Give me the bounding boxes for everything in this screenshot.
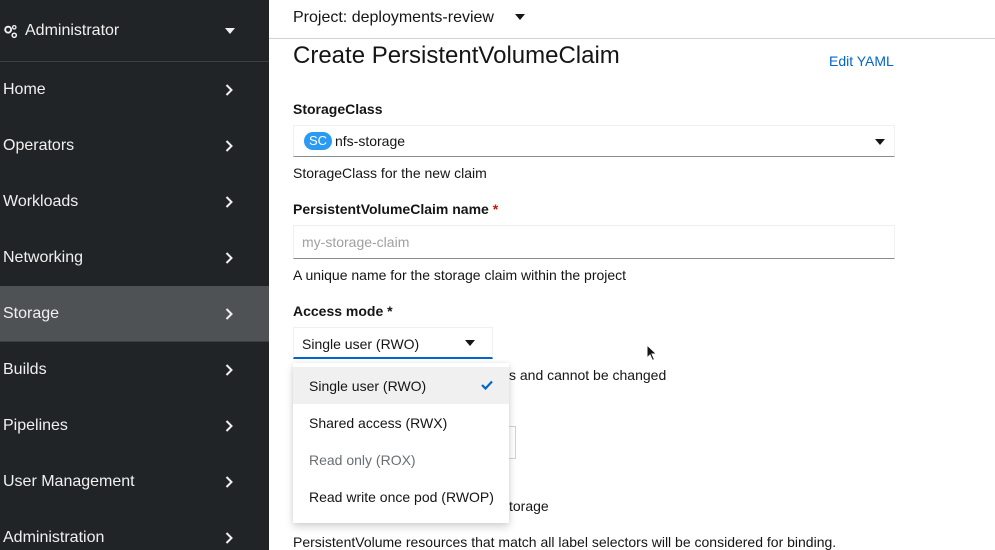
project-bar: Project: deployments-review — [269, 0, 995, 39]
menu-item-rwx[interactable]: Shared access (RWX) — [293, 404, 509, 441]
sidebar-item-pipelines[interactable]: Pipelines — [0, 398, 269, 454]
sidebar-item-home[interactable]: Home — [0, 62, 269, 118]
sidebar-item-label: Builds — [3, 361, 47, 378]
sidebar-item-operators[interactable]: Operators — [0, 118, 269, 174]
caret-down-icon[interactable] — [515, 14, 525, 20]
sidebar-item-networking[interactable]: Networking — [0, 230, 269, 286]
storage-class-badge: SC — [304, 132, 333, 150]
pvc-name-label: PersistentVolumeClaim name * — [293, 201, 498, 217]
storage-class-help: StorageClass for the new claim — [293, 165, 487, 181]
perspective-switcher[interactable]: Administrator — [0, 0, 269, 62]
access-mode-dropdown[interactable]: Single user (RWO) — [293, 327, 493, 359]
sidebar-item-label: User Management — [3, 473, 135, 490]
menu-item-rwo[interactable]: Single user (RWO) — [293, 367, 509, 404]
sidebar-item-administration[interactable]: Administration — [0, 510, 269, 550]
required-mark: * — [492, 201, 499, 217]
pvc-name-label-text: PersistentVolumeClaim name — [293, 201, 489, 217]
mouse-cursor-icon — [646, 344, 658, 362]
storage-class-value: nfs-storage — [335, 133, 406, 149]
pvc-name-help: A unique name for the storage claim with… — [293, 267, 627, 283]
cog-icon — [4, 24, 18, 39]
chevron-right-icon — [225, 364, 233, 376]
sidebar-item-label: Home — [3, 81, 46, 98]
caret-down-icon — [225, 28, 235, 34]
sidebar-item-label: Operators — [3, 137, 75, 154]
menu-item-label: Single user (RWO) — [309, 378, 427, 394]
selector-help: PersistentVolume resources that match al… — [293, 534, 837, 550]
checkmark-icon — [481, 380, 493, 390]
chevron-right-icon — [225, 420, 233, 432]
storage-class-select[interactable]: SC nfs-storage — [293, 125, 895, 157]
sidebar-item-label: Administration — [3, 529, 105, 546]
chevron-right-icon — [225, 252, 233, 264]
sidebar: Administrator Home Operators Workloads N… — [0, 0, 269, 550]
chevron-right-icon — [225, 196, 233, 208]
sidebar-item-label: Pipelines — [3, 417, 68, 434]
access-mode-value: Single user (RWO) — [302, 336, 420, 352]
access-mode-label: Access mode * — [293, 303, 393, 319]
chevron-right-icon — [225, 308, 233, 320]
storage-class-label: StorageClass — [293, 101, 383, 117]
menu-item-rwop[interactable]: Read write once pod (RWOP) — [293, 478, 509, 515]
sidebar-item-storage[interactable]: Storage — [0, 286, 269, 342]
chevron-right-icon — [225, 476, 233, 488]
page-title: Create PersistentVolumeClaim — [293, 42, 620, 69]
caret-down-icon — [875, 139, 885, 145]
edit-yaml-link[interactable]: Edit YAML — [829, 53, 894, 69]
sidebar-item-user-management[interactable]: User Management — [0, 454, 269, 510]
access-mode-menu: Single user (RWO) Shared access (RWX) Re… — [293, 363, 509, 523]
menu-item-label: Read only (ROX) — [309, 452, 416, 468]
chevron-right-icon — [225, 84, 233, 96]
chevron-right-icon — [225, 532, 233, 544]
access-mode-help: s and cannot be changed — [509, 367, 667, 383]
pvc-name-input[interactable] — [293, 225, 895, 259]
sidebar-item-label: Networking — [3, 249, 84, 266]
menu-item-label: Shared access (RWX) — [309, 415, 448, 431]
menu-item-rox: Read only (ROX) — [293, 441, 509, 478]
sidebar-item-label: Storage — [3, 305, 60, 322]
project-selector[interactable]: Project: deployments-review — [293, 9, 494, 27]
sidebar-item-label: Workloads — [3, 193, 79, 210]
perspective-label: Administrator — [25, 22, 120, 39]
storage-help-fragment: torage — [509, 498, 549, 514]
caret-down-icon — [465, 340, 475, 346]
sidebar-item-workloads[interactable]: Workloads — [0, 174, 269, 230]
menu-item-label: Read write once pod (RWOP) — [309, 489, 494, 505]
sidebar-item-builds[interactable]: Builds — [0, 342, 269, 398]
chevron-right-icon — [225, 140, 233, 152]
